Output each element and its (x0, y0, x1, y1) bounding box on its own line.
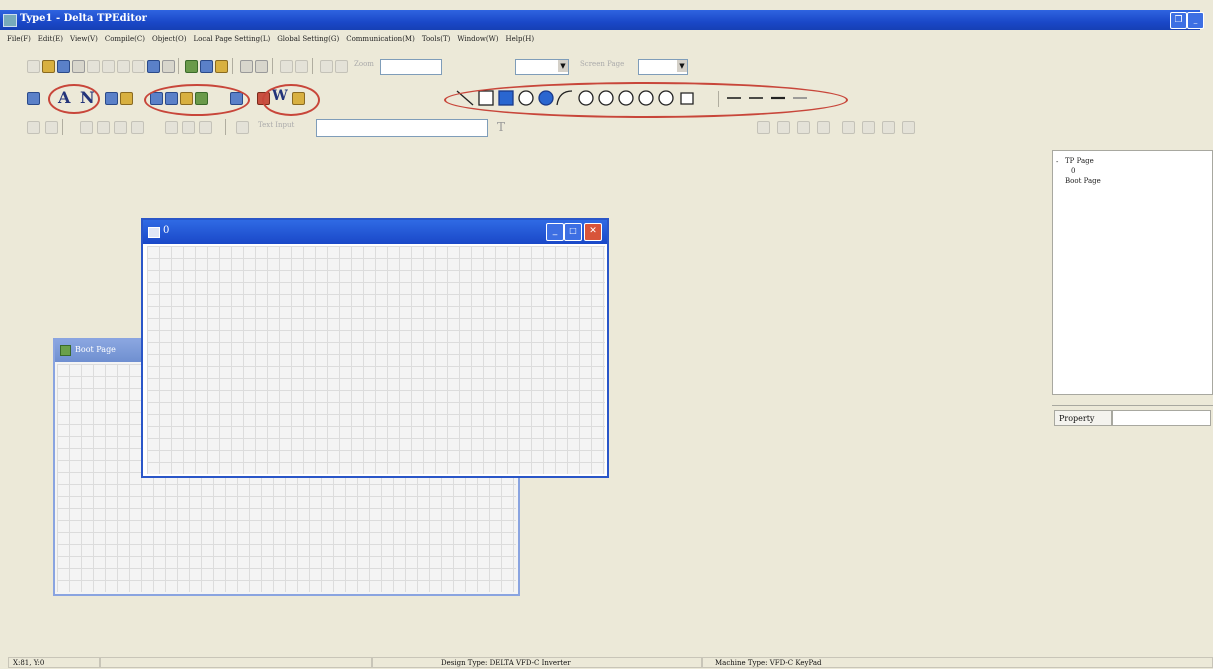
next-page-icon[interactable] (335, 60, 348, 73)
child-minimize-button[interactable]: _ (546, 223, 564, 241)
menu-file[interactable]: File(F) (7, 35, 31, 43)
zoom-in-icon[interactable] (280, 60, 293, 73)
page-icon (148, 227, 160, 238)
open-folder-icon[interactable] (42, 60, 55, 73)
zoom-combo[interactable]: ▼ (515, 59, 569, 75)
boot-page-title: Boot Page (75, 345, 116, 354)
page-tree-panel: - TP Page 0 Boot Page (1052, 150, 1213, 395)
ungroup-icon[interactable] (862, 121, 875, 134)
window-title: Type1 - Delta TPEditor (20, 13, 147, 24)
zoom-slider[interactable] (380, 59, 442, 75)
menu-window[interactable]: Window(W) (457, 35, 498, 43)
tree-root[interactable]: TP Page (1065, 157, 1094, 165)
property-value-field[interactable] (1112, 410, 1211, 426)
bring-front-icon[interactable] (797, 121, 810, 134)
page-0-canvas[interactable] (147, 246, 605, 474)
annotation-circle-objects (144, 84, 250, 116)
copy-icon[interactable] (102, 60, 115, 73)
boot-page-titlebar[interactable]: Boot Page (55, 340, 147, 362)
status-bar: X:81, Y:0 Design Type: DELTA VFD-C Inver… (0, 656, 1213, 669)
same-size-icon[interactable] (199, 121, 212, 134)
menu-view[interactable]: View(V) (70, 35, 98, 43)
select-pointer-icon[interactable] (27, 92, 40, 105)
button-object-icon[interactable] (105, 92, 118, 105)
title-bar: Type1 - Delta TPEditor ❐ _ (0, 10, 1204, 30)
download-icon[interactable] (200, 60, 213, 73)
distribute-h-icon[interactable] (757, 121, 770, 134)
child-close-button[interactable]: ✕ (584, 223, 602, 241)
copy-page-icon[interactable] (162, 60, 175, 73)
screen-page-label: Screen Page (580, 60, 625, 68)
page-0-window[interactable]: 0 _ □ ✕ (141, 218, 609, 478)
tree-root-toggle[interactable]: - (1056, 158, 1058, 166)
cut-icon[interactable] (87, 60, 100, 73)
align-left-icon[interactable] (27, 121, 40, 134)
page-icon (60, 345, 71, 356)
status-machine-type: Machine Type: VFD-C KeyPad (702, 657, 1213, 668)
align-top-icon[interactable] (97, 121, 110, 134)
align-bottom-icon[interactable] (131, 121, 144, 134)
standard-toolbar: Zoom ▼ Screen Page ▼ (0, 56, 700, 76)
annotation-circle-word (262, 84, 320, 116)
menu-help[interactable]: Help(H) (506, 35, 535, 43)
lamp-object-icon[interactable] (120, 92, 133, 105)
text-apply-button[interactable]: T (497, 120, 505, 134)
app-icon (3, 14, 17, 27)
unlock-icon[interactable] (902, 121, 915, 134)
menu-local-page-setting[interactable]: Local Page Setting(L) (193, 35, 270, 43)
align-middle-icon[interactable] (114, 121, 127, 134)
page-icon[interactable] (147, 60, 160, 73)
status-message (100, 657, 372, 668)
tree-child-page-0[interactable]: 0 (1071, 167, 1075, 175)
distribute-v-icon[interactable] (777, 121, 790, 134)
lock-icon[interactable] (882, 121, 895, 134)
status-coords: X:81, Y:0 (8, 657, 100, 668)
menu-object[interactable]: Object(O) (152, 35, 186, 43)
status-design-type: Design Type: DELTA VFD-C Inverter (372, 657, 702, 668)
save-icon[interactable] (57, 60, 70, 73)
tree-boot-page[interactable]: Boot Page (1065, 177, 1101, 185)
transfer-all-icon[interactable] (255, 60, 268, 73)
paste-icon[interactable] (117, 60, 130, 73)
menu-tools[interactable]: Tools(T) (422, 35, 451, 43)
upload-icon[interactable] (215, 60, 228, 73)
format-toolbar: Text Input T (0, 117, 960, 137)
object-toolbar: A N W (0, 82, 900, 118)
menu-compile[interactable]: Compile(C) (105, 35, 145, 43)
page-0-titlebar[interactable]: 0 _ □ ✕ (143, 220, 607, 244)
menu-communication[interactable]: Communication(M) (346, 35, 415, 43)
zoom-out-icon[interactable] (295, 60, 308, 73)
menu-edit[interactable]: Edit(E) (38, 35, 63, 43)
property-tab[interactable]: Property (1054, 410, 1112, 426)
zoom-label: Zoom (354, 60, 374, 68)
page-0-title: 0 (163, 225, 170, 236)
same-width-icon[interactable] (165, 121, 178, 134)
font-icon[interactable] (236, 121, 249, 134)
text-input-label: Text Input (258, 121, 295, 129)
menu-global-setting[interactable]: Global Setting(G) (277, 35, 339, 43)
group-icon[interactable] (842, 121, 855, 134)
text-input-field[interactable] (316, 119, 488, 137)
print-icon[interactable] (72, 60, 85, 73)
annotation-circle-text (48, 84, 100, 114)
property-panel: Property (1052, 405, 1213, 650)
align-right-icon[interactable] (80, 121, 93, 134)
align-center-icon[interactable] (45, 121, 58, 134)
restore-button[interactable]: ❐ (1170, 12, 1187, 29)
new-file-icon[interactable] (27, 60, 40, 73)
menu-bar: File(F) Edit(E) View(V) Compile(C) Objec… (0, 32, 1213, 46)
prev-page-icon[interactable] (320, 60, 333, 73)
undo-icon[interactable] (132, 60, 145, 73)
same-height-icon[interactable] (182, 121, 195, 134)
child-maximize-button[interactable]: □ (564, 223, 582, 241)
minimize-button[interactable]: _ (1187, 12, 1204, 29)
compile-icon[interactable] (185, 60, 198, 73)
transfer-icon[interactable] (240, 60, 253, 73)
send-back-icon[interactable] (817, 121, 830, 134)
annotation-circle-shapes (444, 82, 848, 118)
page-combo[interactable]: ▼ (638, 59, 688, 75)
